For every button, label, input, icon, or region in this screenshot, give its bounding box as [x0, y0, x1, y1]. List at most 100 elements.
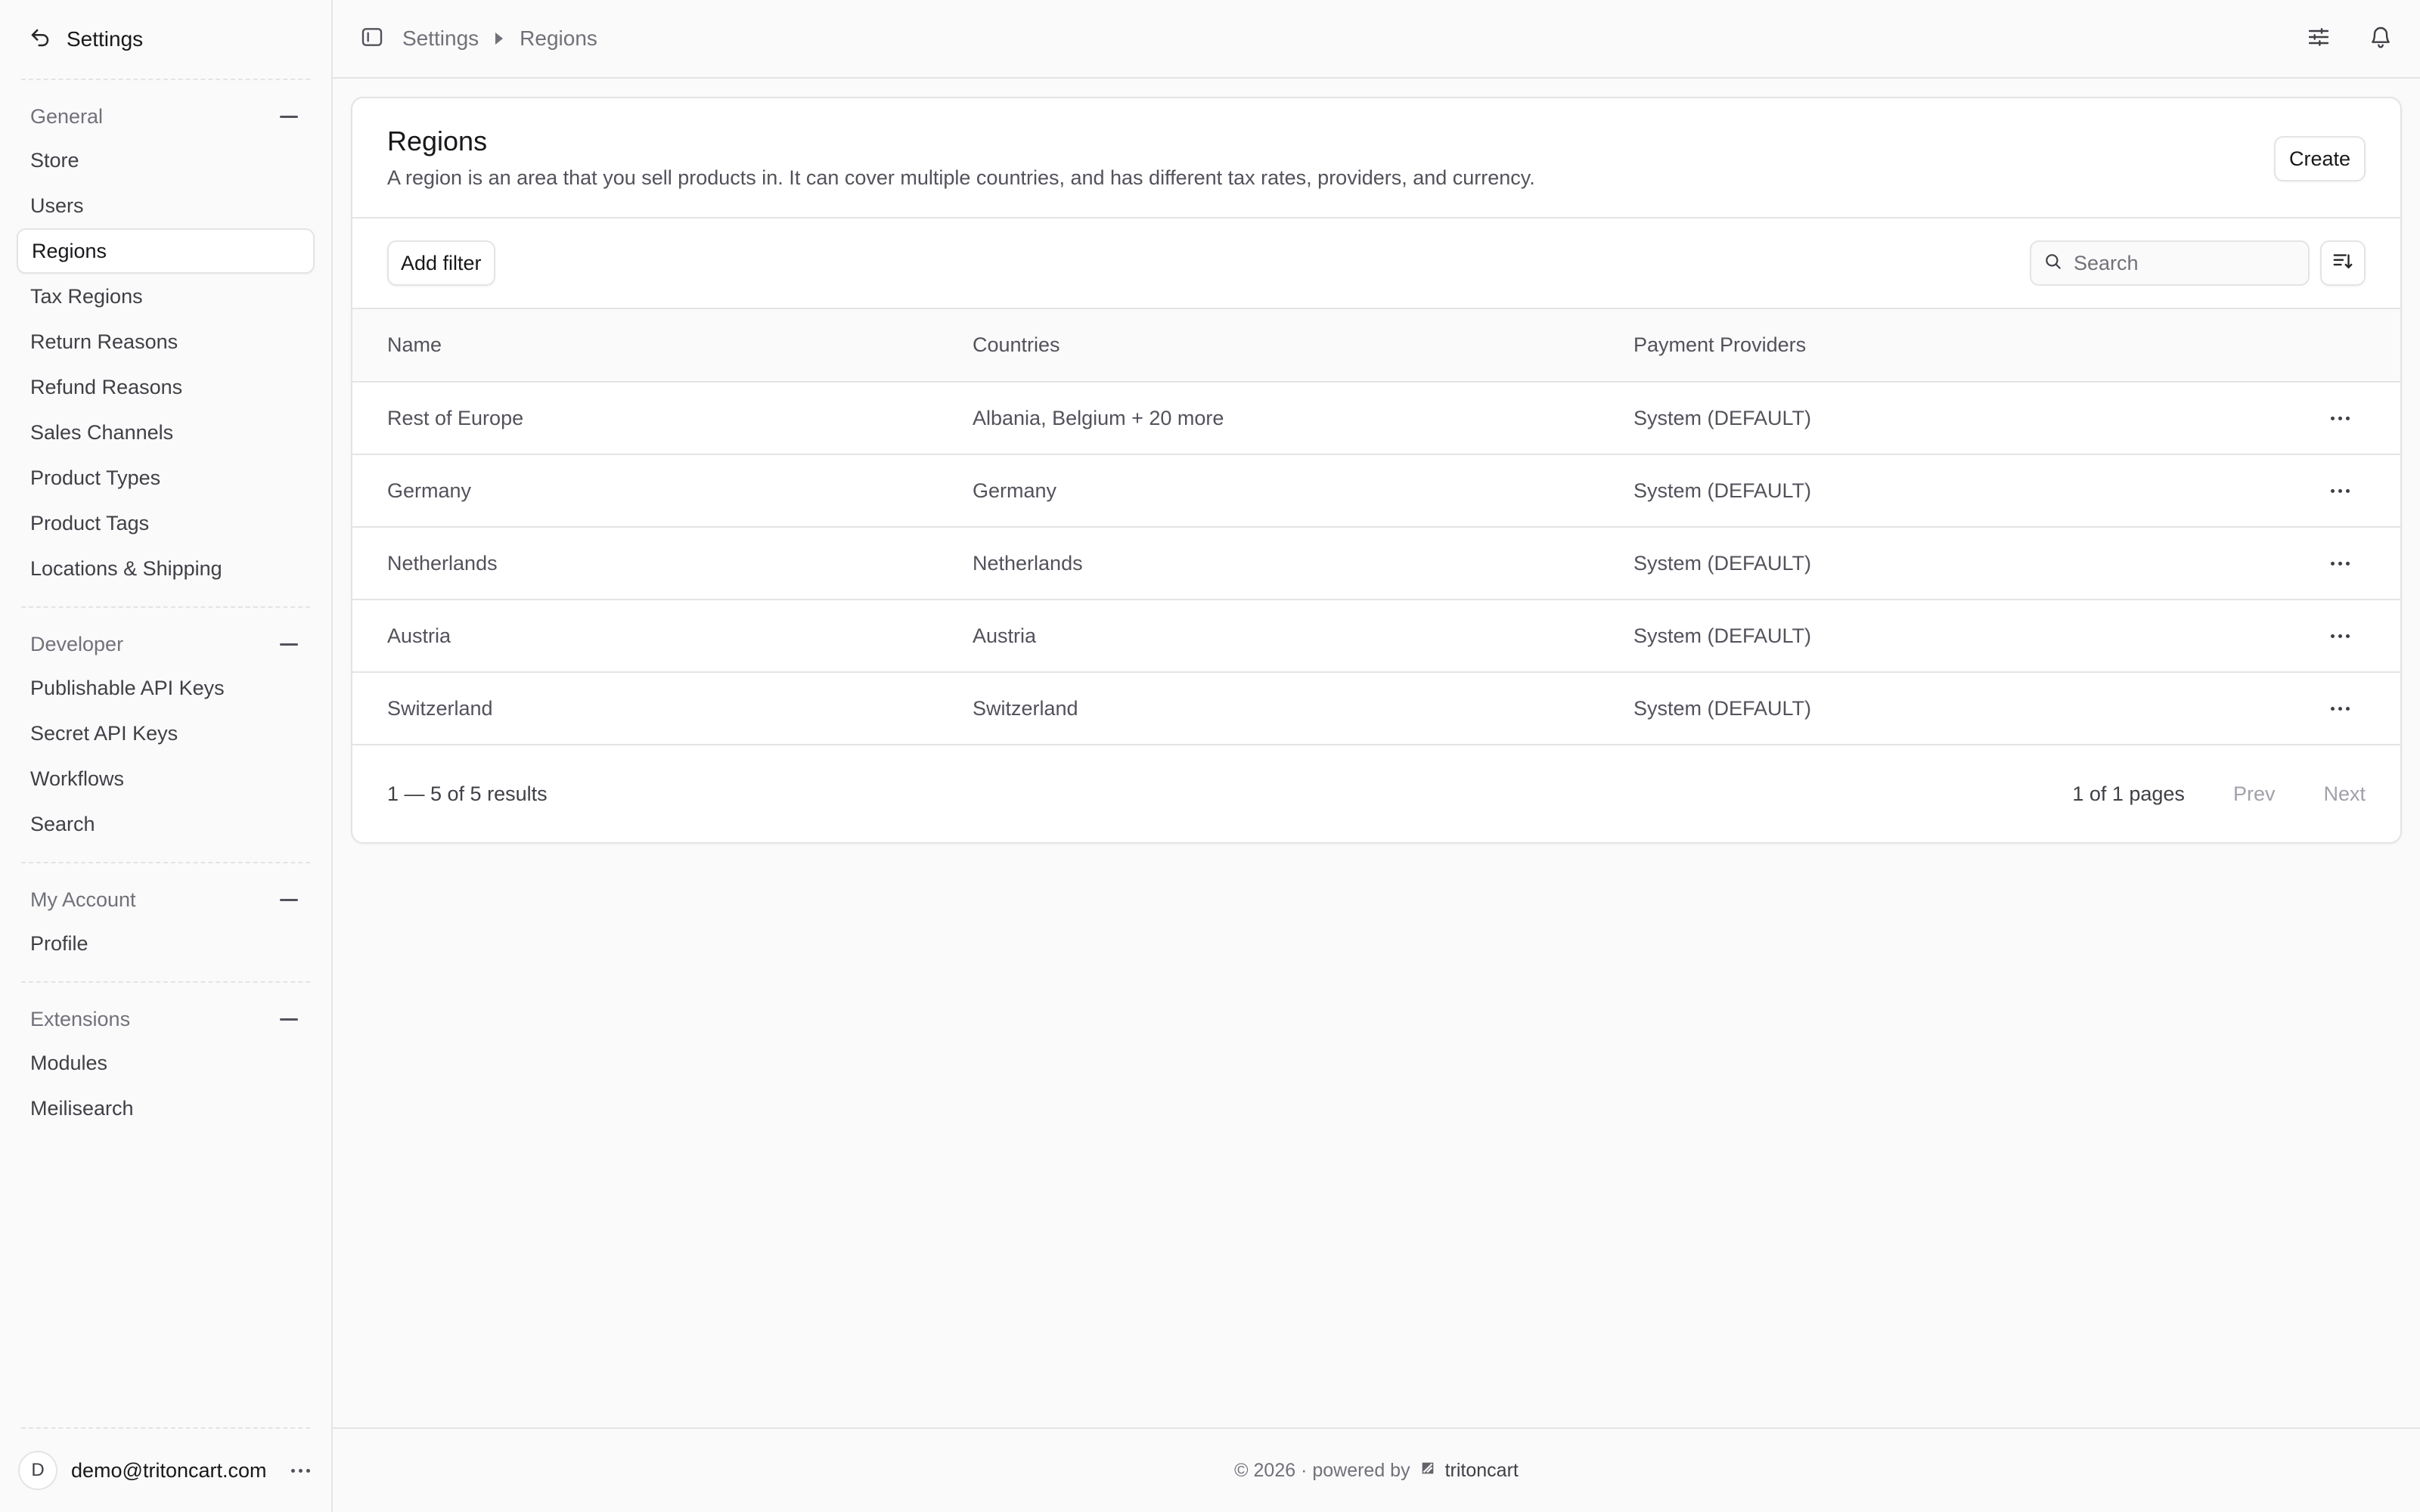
cell-payment-providers: System (DEFAULT)	[1634, 382, 2325, 455]
brand-logo-icon	[1419, 1460, 1436, 1482]
regions-table: Name Countries Payment Providers Rest of…	[352, 309, 2400, 745]
breadcrumb-regions: Regions	[520, 26, 597, 50]
ellipsis-icon[interactable]	[2325, 693, 2355, 723]
search-input[interactable]	[2074, 251, 2285, 275]
back-arrow-icon[interactable]	[29, 26, 51, 53]
sidebar-item-store[interactable]: Store	[17, 138, 315, 183]
sliders-icon[interactable]	[2307, 25, 2331, 53]
section-label: Developer	[30, 632, 124, 655]
cell-countries: Switzerland	[973, 672, 1634, 745]
sidebar-item-workflows[interactable]: Workflows	[17, 756, 315, 801]
sidebar-item-profile[interactable]: Profile	[17, 921, 315, 966]
chevron-right-icon	[495, 33, 504, 45]
page-indicator: 1 of 1 pages	[2072, 782, 2185, 805]
section-label: Extensions	[30, 1007, 131, 1030]
sidebar-section-extensions: Extensions Modules Meilisearch	[0, 983, 331, 1146]
sidebar-title: Settings	[67, 27, 144, 51]
collapse-minus-icon[interactable]	[280, 898, 298, 901]
cell-actions	[2325, 382, 2400, 455]
section-label: General	[30, 104, 104, 128]
cell-name: Rest of Europe	[352, 382, 973, 455]
breadcrumb: Settings Regions	[402, 26, 597, 51]
topbar: Settings Regions	[333, 0, 2420, 79]
table-body: Rest of Europe Albania, Belgium + 20 more…	[352, 382, 2400, 745]
prev-button[interactable]: Prev	[2233, 782, 2276, 806]
bell-icon[interactable]	[2369, 25, 2393, 53]
topbar-actions	[2307, 25, 2393, 53]
cell-countries: Albania, Belgium + 20 more	[973, 382, 1634, 455]
footer-brand[interactable]: tritoncart	[1445, 1460, 1519, 1482]
sidebar-item-modules[interactable]: Modules	[17, 1040, 315, 1086]
page-title: Regions	[387, 125, 488, 156]
ellipsis-icon[interactable]	[2325, 476, 2355, 506]
avatar: D	[18, 1451, 57, 1490]
cell-name: Germany	[352, 454, 973, 528]
sidebar-item-secret-api-keys[interactable]: Secret API Keys	[17, 711, 315, 756]
sidebar-item-return-reasons[interactable]: Return Reasons	[17, 319, 315, 364]
page-footer: © 2026 · powered by tritoncart	[333, 1427, 2420, 1512]
collapse-minus-icon[interactable]	[280, 643, 298, 646]
cell-actions	[2325, 600, 2400, 673]
user-menu[interactable]: D demo@tritoncart.com	[18, 1427, 310, 1512]
cell-name: Switzerland	[352, 672, 973, 745]
app-root: Settings General Store Users Regions Tax Reg…	[0, 0, 2420, 1512]
regions-card: Regions A region is an area that you sel…	[351, 97, 2402, 844]
sidebar-item-tax-regions[interactable]: Tax Regions	[17, 274, 315, 319]
ellipsis-icon[interactable]	[2325, 403, 2355, 433]
section-header[interactable]: Developer	[17, 623, 315, 665]
card-header: Regions A region is an area that you sel…	[352, 98, 2400, 218]
column-header-payment-providers[interactable]: Payment Providers	[1634, 309, 2325, 383]
sidebar-item-regions[interactable]: Regions	[17, 228, 315, 274]
ellipsis-icon[interactable]	[2325, 548, 2355, 578]
search-icon	[2043, 252, 2063, 275]
column-header-countries[interactable]: Countries	[973, 309, 1634, 383]
page-description: A region is an area that you sell produc…	[387, 166, 1535, 189]
collapse-minus-icon[interactable]	[280, 1018, 298, 1021]
table-row[interactable]: Switzerland Switzerland System (DEFAULT)	[352, 672, 2400, 745]
table-row[interactable]: Netherlands Netherlands System (DEFAULT)	[352, 527, 2400, 600]
breadcrumb-settings[interactable]: Settings	[402, 26, 479, 51]
sidebar-item-users[interactable]: Users	[17, 183, 315, 228]
sidebar-item-product-tags[interactable]: Product Tags	[17, 500, 315, 546]
sidebar-item-product-types[interactable]: Product Types	[17, 455, 315, 500]
section-header[interactable]: My Account	[17, 878, 315, 921]
section-header[interactable]: General	[17, 95, 315, 138]
cell-actions	[2325, 454, 2400, 528]
sort-button[interactable]	[2320, 240, 2366, 286]
ellipsis-icon[interactable]	[291, 1468, 310, 1473]
sidebar-item-sales-channels[interactable]: Sales Channels	[17, 410, 315, 455]
cell-payment-providers: System (DEFAULT)	[1634, 672, 2325, 745]
sidebar-item-refund-reasons[interactable]: Refund Reasons	[17, 364, 315, 410]
sidebar-item-meilisearch[interactable]: Meilisearch	[17, 1086, 315, 1131]
cell-countries: Netherlands	[973, 527, 1634, 600]
sort-icon	[2332, 249, 2354, 277]
cell-name: Netherlands	[352, 527, 973, 600]
sidebar-item-publishable-api-keys[interactable]: Publishable API Keys	[17, 665, 315, 711]
ellipsis-icon[interactable]	[2325, 621, 2355, 651]
footer-text: © 2026 · powered by	[1234, 1459, 1410, 1481]
table-row[interactable]: Rest of Europe Albania, Belgium + 20 more…	[352, 382, 2400, 455]
cell-actions	[2325, 527, 2400, 600]
sidebar-section-my-account: My Account Profile	[0, 863, 331, 981]
table-row[interactable]: Austria Austria System (DEFAULT)	[352, 600, 2400, 673]
cell-countries: Austria	[973, 600, 1634, 673]
sidebar-section-developer: Developer Publishable API Keys Secret API …	[0, 608, 331, 862]
pagination: 1 — 5 of 5 results 1 of 1 pages Prev Nex…	[352, 745, 2400, 842]
add-filter-button[interactable]: Add filter	[387, 240, 495, 286]
main-content: Settings Regions Regions A region is an …	[333, 0, 2420, 1512]
sidebar-header[interactable]: Settings	[0, 0, 331, 79]
next-button[interactable]: Next	[2323, 782, 2366, 806]
cell-countries: Germany	[973, 454, 1634, 528]
sidebar-item-search[interactable]: Search	[17, 801, 315, 847]
sidebar-toggle-icon[interactable]	[360, 25, 384, 53]
sidebar: Settings General Store Users Regions Tax Reg…	[0, 0, 333, 1512]
sidebar-item-locations-and-shipping[interactable]: Locations & Shipping	[17, 546, 315, 591]
cell-actions	[2325, 672, 2400, 745]
section-header[interactable]: Extensions	[17, 998, 315, 1040]
create-button[interactable]: Create	[2273, 136, 2366, 181]
column-header-name[interactable]: Name	[352, 309, 973, 383]
column-header-actions	[2325, 309, 2400, 383]
table-row[interactable]: Germany Germany System (DEFAULT)	[352, 454, 2400, 528]
search-box[interactable]	[2030, 240, 2310, 286]
collapse-minus-icon[interactable]	[280, 115, 298, 118]
